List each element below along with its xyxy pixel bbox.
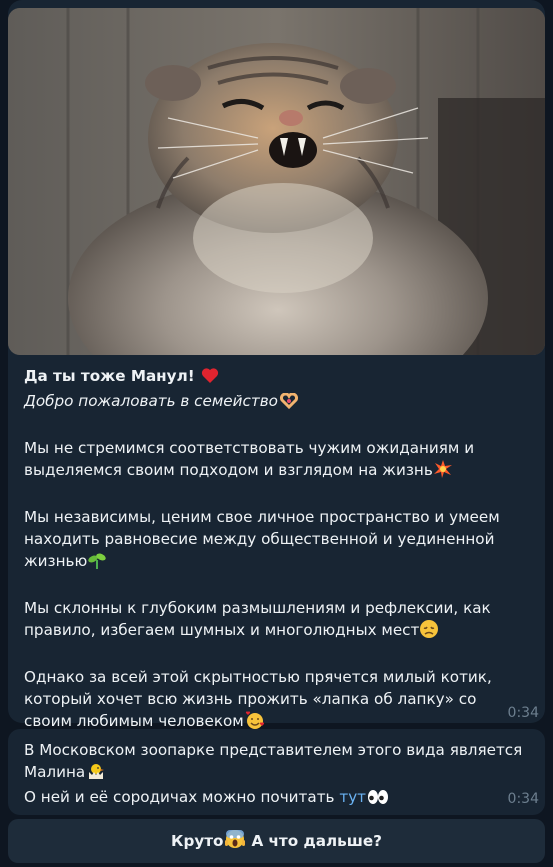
caption-subtitle: Добро пожаловать в семейство bbox=[24, 390, 527, 415]
message-caption: Да ты тоже Манул! Добро пожаловать в сем… bbox=[8, 355, 545, 735]
next-button-label-suffix: А что дальше? bbox=[251, 832, 382, 850]
message-2-time: 0:34 bbox=[507, 791, 539, 807]
seedling-icon bbox=[88, 551, 107, 575]
caption-paragraph-3: Мы склонны к глубоким размышлениям и реф… bbox=[24, 597, 527, 644]
screaming-face-icon bbox=[225, 829, 246, 853]
caption-title: Да ты тоже Манул! bbox=[24, 365, 527, 390]
caption-paragraph-2: Мы независимы, ценим свое личное простра… bbox=[24, 506, 527, 575]
heart-hands-icon bbox=[279, 392, 299, 415]
eyes-icon bbox=[367, 789, 389, 811]
hatching-chick-icon bbox=[86, 762, 106, 786]
manul-cat-photo[interactable] bbox=[8, 8, 545, 355]
red-heart-icon bbox=[201, 367, 219, 390]
disappointed-face-icon bbox=[420, 620, 439, 644]
message-2-line-1: В Московском зоопарке представителем это… bbox=[24, 739, 527, 786]
message-2-line-2: О ней и её сородичах можно почитать тут bbox=[24, 786, 527, 811]
collision-icon bbox=[433, 460, 452, 484]
manul-cat-illustration bbox=[8, 8, 545, 355]
read-more-link[interactable]: тут bbox=[339, 788, 366, 806]
caption-paragraph-4: Однако за всей этой скрытностью прячется… bbox=[24, 666, 527, 735]
text-message-bubble: В Московском зоопарке представителем это… bbox=[8, 729, 545, 815]
caption-paragraph-1: Мы не стремимся соответствовать чужим ож… bbox=[24, 437, 527, 484]
message-1-time: 0:34 bbox=[507, 705, 539, 721]
next-button[interactable]: Круто А что дальше? bbox=[8, 819, 545, 863]
next-button-label-prefix: Круто bbox=[171, 832, 224, 850]
